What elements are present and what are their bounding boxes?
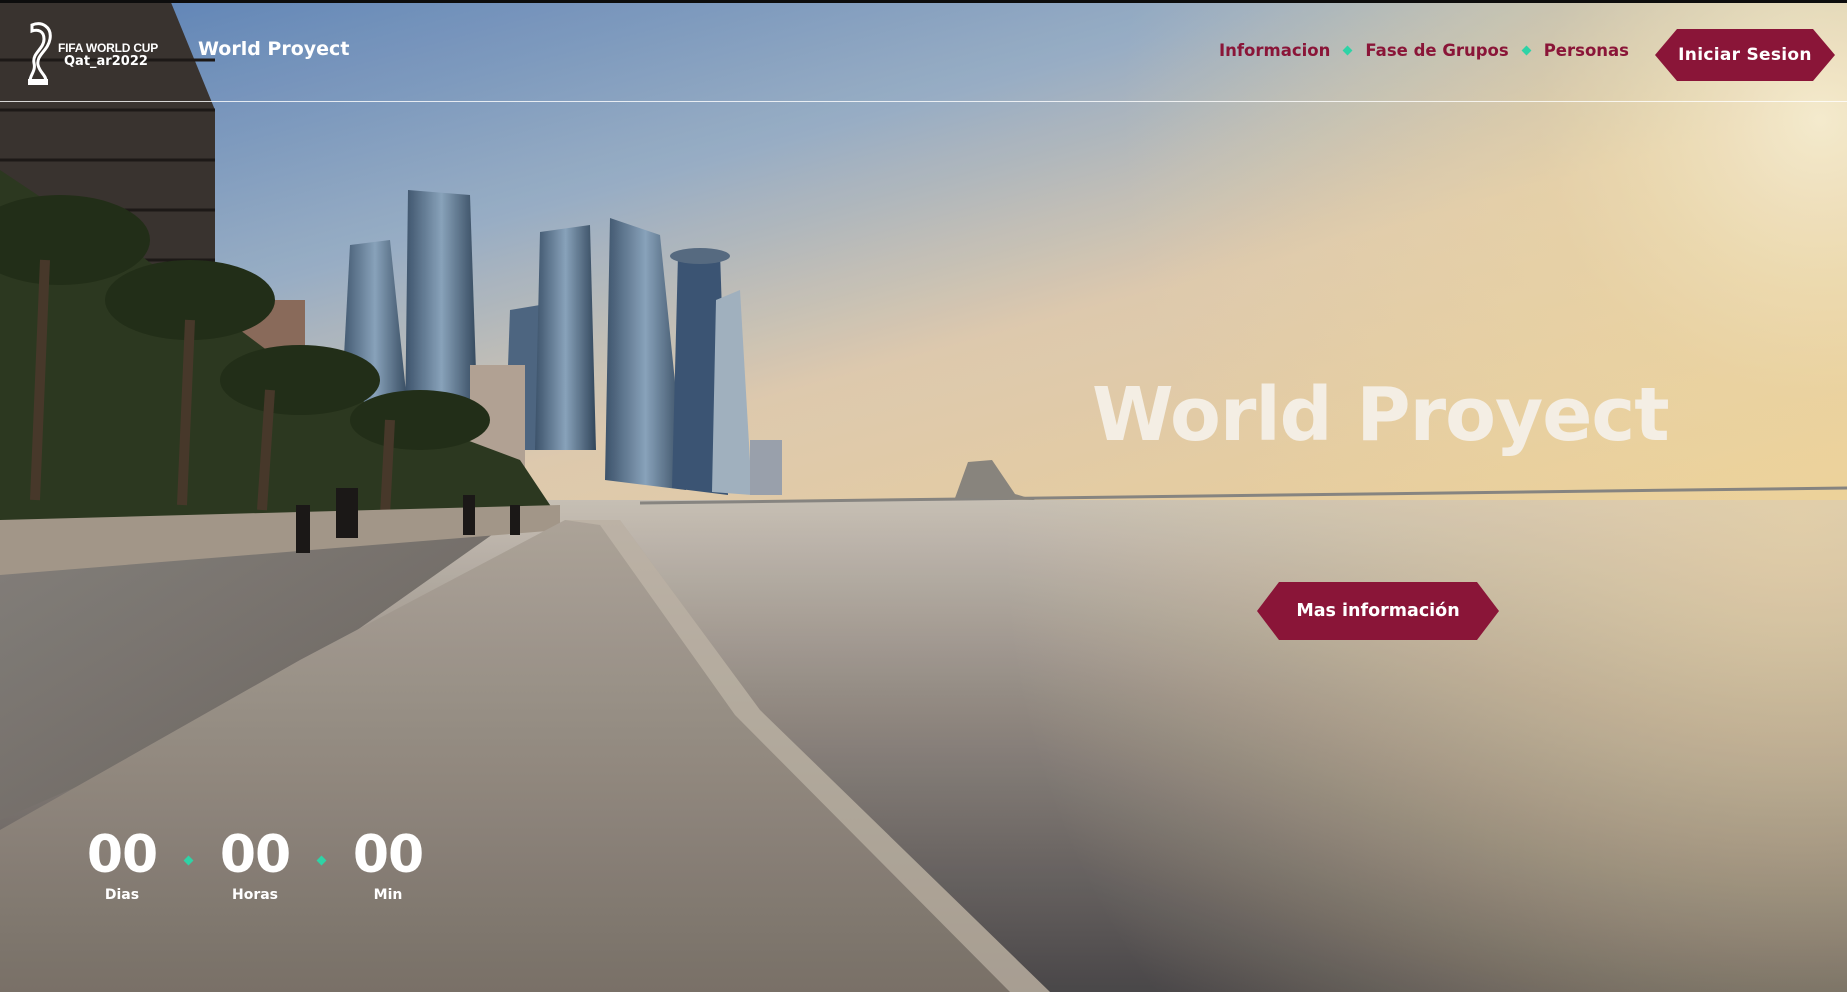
hours-label: Horas bbox=[231, 887, 279, 903]
countdown-separator bbox=[164, 825, 213, 866]
more-info-button[interactable]: Mas información bbox=[1257, 582, 1499, 640]
logo-line-2: Qat_ar2022 bbox=[64, 54, 148, 69]
brand-title[interactable]: World Proyect bbox=[198, 38, 349, 60]
nav-item-informacion[interactable]: Informacion bbox=[1219, 41, 1330, 60]
fifa-world-cup-logo[interactable]: FIFA WORLD CUP Qat_ar2022 bbox=[22, 21, 172, 87]
nav-separator-dot bbox=[1521, 45, 1532, 56]
logo-text: FIFA WORLD CUP Qat_ar2022 bbox=[58, 42, 158, 69]
nav-separator-dot bbox=[1342, 45, 1353, 56]
login-button[interactable]: Iniciar Sesion bbox=[1655, 29, 1835, 81]
countdown-timer: 00 Dias 00 Horas 00 Min bbox=[80, 825, 430, 903]
days-value: 00 bbox=[86, 825, 158, 885]
separator-dot bbox=[183, 855, 194, 866]
hero-title: World Proyect bbox=[1092, 372, 1670, 458]
separator-dot bbox=[316, 855, 327, 866]
countdown-hours: 00 Horas bbox=[213, 825, 297, 903]
main-nav: Informacion Fase de Grupos Personas bbox=[1219, 41, 1629, 60]
hours-value: 00 bbox=[219, 825, 291, 885]
minutes-value: 00 bbox=[352, 825, 424, 885]
nav-item-fase-de-grupos[interactable]: Fase de Grupos bbox=[1365, 41, 1508, 60]
trophy-icon bbox=[28, 22, 52, 85]
countdown-minutes: 00 Min bbox=[346, 825, 430, 903]
countdown-days: 00 Dias bbox=[80, 825, 164, 903]
minutes-label: Min bbox=[373, 887, 403, 903]
site-header: FIFA WORLD CUP Qat_ar2022 World Proyect … bbox=[0, 3, 1847, 102]
days-label: Dias bbox=[104, 887, 140, 903]
nav-item-personas[interactable]: Personas bbox=[1544, 41, 1629, 60]
countdown-separator bbox=[297, 825, 346, 866]
